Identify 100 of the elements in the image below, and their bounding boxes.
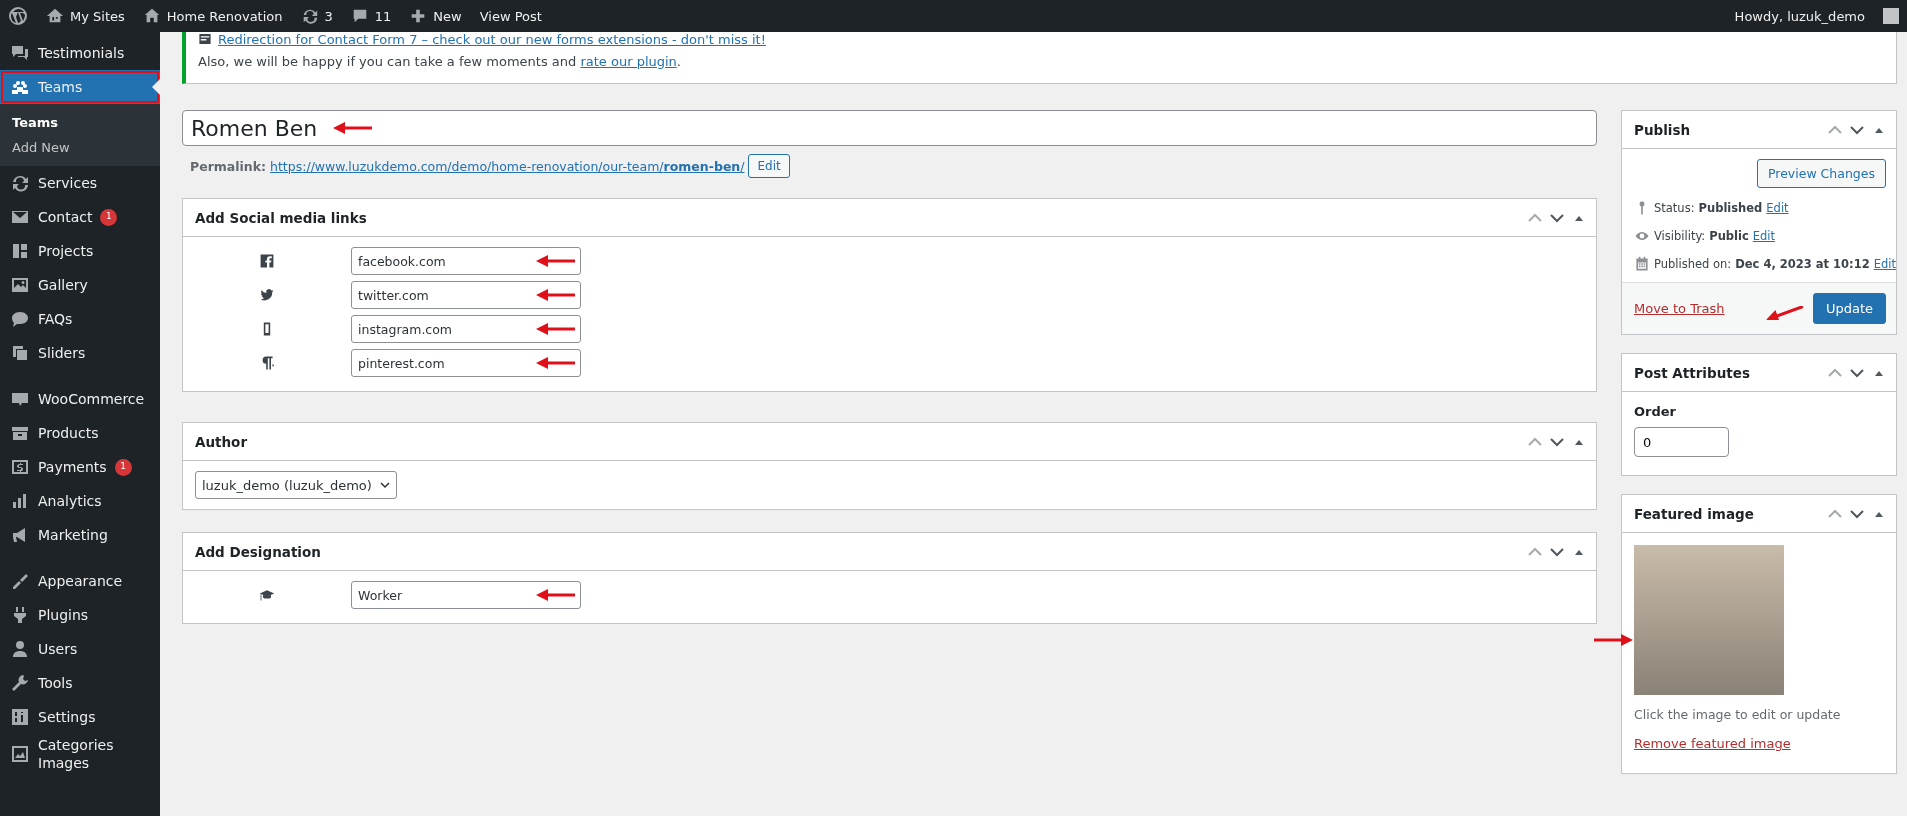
notice-link[interactable]: Redirection for Contact Form 7 – check out our new forms extensions - don't miss it! xyxy=(218,32,766,46)
publish-label: Visibility: xyxy=(1654,229,1706,243)
sidebar-label: Testimonials xyxy=(38,43,125,63)
box-title: Author xyxy=(195,433,249,450)
sidebar-label: Categories Images xyxy=(38,736,115,773)
admin-bar-link[interactable]: My Sites xyxy=(46,7,125,25)
user-icon xyxy=(10,639,30,659)
count-badge: 1 xyxy=(100,208,118,226)
sidebar-item[interactable]: Teams xyxy=(0,70,160,104)
sidebar-label: Plugins xyxy=(38,605,89,625)
rate-link[interactable]: rate our plugin xyxy=(580,54,677,69)
sidebar-item[interactable]: WooCommerce xyxy=(0,382,160,416)
sidebar-item[interactable]: Contact 1 xyxy=(0,200,160,234)
publish-label: Published on: xyxy=(1654,257,1732,271)
sidebar-item[interactable]: Categories Images xyxy=(0,734,160,775)
grid-icon xyxy=(10,241,30,261)
sidebar-item[interactable]: Projects xyxy=(0,234,160,268)
sidebar-label: Products xyxy=(38,423,99,443)
sidebar-item[interactable]: Plugins xyxy=(0,598,160,632)
admin-bar-link[interactable]: 11 xyxy=(350,7,392,25)
box-title: Publish xyxy=(1634,121,1692,138)
dollar-icon xyxy=(10,457,30,477)
sidebar-item[interactable]: Appearance xyxy=(0,564,160,598)
greeting-text[interactable]: Howdy, luzuk_demo xyxy=(1734,8,1865,24)
sidebar-item[interactable]: Products xyxy=(0,416,160,450)
chevron-down-icon xyxy=(379,481,390,489)
title-field[interactable]: Romen Ben xyxy=(182,110,1597,146)
order-label: Order xyxy=(1634,404,1677,419)
sidebar-item[interactable]: Payments 1 xyxy=(0,450,160,484)
house-network-icon xyxy=(46,7,64,25)
form-icon xyxy=(198,32,212,46)
hint-text: Click the image to edit or update xyxy=(1634,707,1842,722)
publish-value: Published xyxy=(1698,201,1763,215)
sidebar-item[interactable]: Marketing xyxy=(0,518,160,552)
sidebar-item[interactable]: Settings xyxy=(0,700,160,734)
admin-bar-link[interactable]: Home Renovation xyxy=(142,7,283,25)
select-value: luzuk_demo (luzuk_demo) xyxy=(202,477,372,493)
publish-value: Dec 4, 2023 at 10:12 xyxy=(1735,257,1870,271)
sidebar-label: Projects xyxy=(38,241,94,261)
sidebar-item[interactable]: Services xyxy=(0,166,160,200)
sidebar-label: Sliders xyxy=(38,343,86,363)
sidebar-label: Marketing xyxy=(38,525,108,545)
submenu-item[interactable]: Teams xyxy=(0,110,160,135)
sidebar-label: Appearance xyxy=(38,571,123,591)
text-field[interactable]: facebook.com xyxy=(351,247,581,275)
order-field[interactable]: 0 xyxy=(1634,427,1729,457)
text-field[interactable]: Worker xyxy=(351,581,581,609)
sliders-icon xyxy=(10,707,30,727)
author-select[interactable]: luzuk_demo (luzuk_demo) xyxy=(195,471,397,499)
permalink-link[interactable]: https://www.luzukdemo.com/demo/home-renovation/our-team/romen-ben/ xyxy=(270,158,745,174)
permalink-label: Permalink: xyxy=(190,158,267,174)
remove-image-link[interactable]: Remove featured image xyxy=(1634,736,1791,751)
notice-text: Also, we will be happy if you can take a few moments and rate our plugin. xyxy=(198,54,682,69)
sidebar-label: Payments xyxy=(38,457,107,477)
trash-link[interactable]: Move to Trash xyxy=(1634,301,1725,316)
sidebar-item[interactable]: FAQs xyxy=(0,302,160,336)
count-badge: 1 xyxy=(114,458,132,476)
text-field[interactable]: instagram.com xyxy=(351,315,581,343)
sidebar-label: Settings xyxy=(38,707,96,727)
edit-link[interactable]: Edit xyxy=(1766,201,1789,215)
speech-bubble-icon xyxy=(10,309,30,329)
publish-label: Status: xyxy=(1654,201,1695,215)
wordpress-logo-icon xyxy=(8,6,28,26)
wrench-icon xyxy=(10,673,30,693)
edit-button[interactable]: Edit xyxy=(748,154,790,178)
admin-bar-link[interactable]: View Post xyxy=(479,8,542,24)
sidebar-label: Gallery xyxy=(38,275,88,295)
admin-bar-link[interactable]: New xyxy=(409,7,462,25)
publish-value: Public xyxy=(1709,229,1749,243)
box-title: Add Designation xyxy=(195,543,322,560)
sidebar-item[interactable]: Tools xyxy=(0,666,160,700)
sidebar-item[interactable]: Sliders xyxy=(0,336,160,370)
box-title: Post Attributes xyxy=(1634,364,1751,381)
sidebar-label: Analytics xyxy=(38,491,102,511)
edit-link[interactable]: Edit xyxy=(1873,257,1896,271)
stacked-images-icon xyxy=(10,343,30,363)
sidebar-item[interactable]: Analytics xyxy=(0,484,160,518)
sidebar-label: Contact xyxy=(38,207,93,227)
admin-bar-link[interactable]: 3 xyxy=(300,7,333,25)
box-title: Add Social media links xyxy=(195,209,368,226)
sidebar-item[interactable]: Gallery xyxy=(0,268,160,302)
refresh-icon xyxy=(10,173,30,193)
picture-icon xyxy=(10,744,30,765)
submenu-item[interactable]: Add New xyxy=(0,135,160,160)
edit-link[interactable]: Edit xyxy=(1752,229,1776,243)
calendar-icon xyxy=(1634,256,1650,272)
facebook-icon xyxy=(259,253,275,269)
sidebar-item[interactable]: Testimonials xyxy=(0,36,160,70)
sidebar-label: FAQs xyxy=(38,309,73,329)
text-field[interactable]: pinterest.com xyxy=(351,349,581,377)
sidebar-item[interactable]: Users xyxy=(0,632,160,666)
preview-button[interactable]: Preview Changes xyxy=(1757,159,1886,188)
home-icon xyxy=(142,7,161,25)
sidebar-label: Users xyxy=(38,639,78,659)
image-icon xyxy=(10,275,30,295)
sidebar-label: WooCommerce xyxy=(38,389,145,409)
text-field[interactable]: twitter.com xyxy=(351,281,581,309)
twitter-icon xyxy=(259,287,275,303)
sidebar-label: Tools xyxy=(38,673,73,693)
sidebar-label: Services xyxy=(38,173,98,193)
